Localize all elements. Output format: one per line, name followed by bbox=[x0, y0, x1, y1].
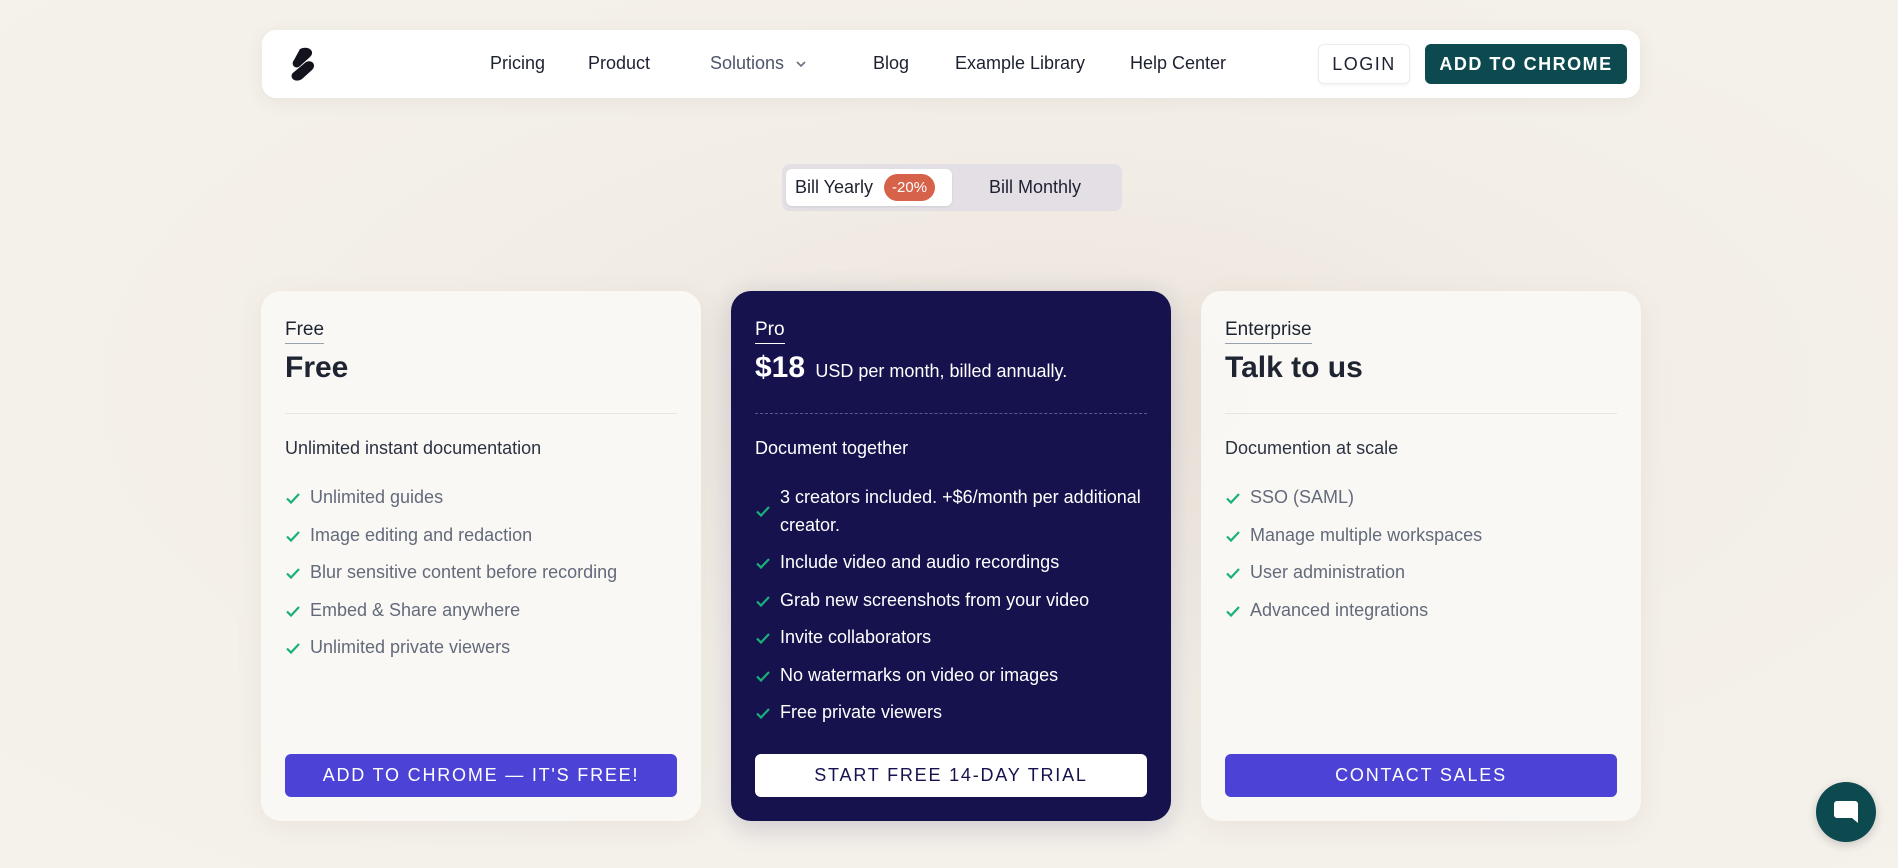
feature-text: User administration bbox=[1250, 562, 1406, 582]
chevron-down-icon bbox=[796, 61, 806, 68]
feature-item: SSO (SAML) bbox=[1225, 483, 1625, 511]
check-icon bbox=[286, 530, 300, 542]
feature-text: Advanced integrations bbox=[1250, 599, 1429, 620]
check-icon bbox=[756, 558, 770, 570]
brand-logo-icon[interactable] bbox=[286, 46, 320, 82]
feature-list: 3 creators included. +$6/month per addit… bbox=[755, 483, 1155, 736]
check-icon bbox=[286, 643, 300, 655]
feature-text: Grab new screenshots from your video bbox=[780, 589, 1090, 610]
feature-text: SSO (SAML) bbox=[1250, 487, 1355, 507]
plan-tag: Free bbox=[285, 319, 325, 344]
plan-price: Talk to us bbox=[1225, 351, 1363, 384]
plan-price: $18 USD per month, billed annually. bbox=[755, 351, 1067, 385]
login-button[interactable]: LOGIN bbox=[1318, 44, 1410, 84]
divider bbox=[1225, 413, 1617, 414]
plan-card-free: Free Free Unlimited instant documentatio… bbox=[261, 291, 701, 821]
plan-tag: Pro bbox=[755, 319, 785, 344]
check-icon bbox=[1226, 530, 1240, 542]
start-free-trial-button[interactable]: START FREE 14-DAY TRIAL bbox=[755, 754, 1147, 797]
add-to-chrome-button[interactable]: ADD TO CHROME bbox=[1425, 44, 1627, 84]
plan-tagline: Document together bbox=[755, 438, 909, 458]
check-icon bbox=[1226, 568, 1240, 580]
check-icon bbox=[286, 605, 300, 617]
bill-yearly-option[interactable]: Bill Yearly -20% bbox=[786, 169, 952, 206]
feature-text: Unlimited guides bbox=[310, 487, 444, 507]
feature-item: Include video and audio recordings bbox=[755, 548, 1155, 576]
feature-item: Unlimited guides bbox=[285, 483, 685, 511]
chevron-down-icon bbox=[1024, 0, 1026, 1]
feature-text: Include video and audio recordings bbox=[780, 552, 1060, 572]
nav-link-solutions-label: Solutions bbox=[710, 53, 785, 73]
plan-price-sub: USD per month, billed annually. bbox=[815, 361, 1068, 381]
divider bbox=[285, 413, 677, 414]
feature-text: Invite collaborators bbox=[780, 627, 932, 647]
feature-text: Blur sensitive content before recording bbox=[310, 562, 618, 582]
feature-text: Manage multiple workspaces bbox=[1250, 524, 1483, 545]
feature-text: Unlimited private viewers bbox=[310, 637, 511, 657]
check-icon bbox=[286, 568, 300, 580]
feature-text: Embed & Share anywhere bbox=[310, 599, 521, 620]
nav-link-example-library[interactable]: Example Library bbox=[955, 53, 1085, 74]
plan-card-enterprise: Enterprise Talk to us Documention at sca… bbox=[1201, 291, 1641, 821]
feature-item: Embed & Share anywhere bbox=[285, 596, 685, 624]
chat-launcher-button[interactable] bbox=[1816, 782, 1876, 842]
plan-tag: Enterprise bbox=[1225, 319, 1312, 344]
feature-item: Grab new screenshots from your video bbox=[755, 586, 1155, 614]
plan-card-pro: Pro $18 USD per month, billed annually. … bbox=[731, 291, 1171, 821]
plan-tagline: Unlimited instant documentation bbox=[285, 438, 542, 458]
chat-bubble-icon bbox=[1834, 801, 1858, 823]
feature-item: Advanced integrations bbox=[1225, 596, 1625, 624]
nav-link-pricing[interactable]: Pricing bbox=[490, 53, 545, 74]
check-icon bbox=[756, 595, 770, 607]
check-icon bbox=[756, 708, 770, 720]
feature-item: Invite collaborators bbox=[755, 623, 1155, 651]
check-icon bbox=[1226, 493, 1240, 505]
bill-monthly-option[interactable]: Bill Monthly bbox=[952, 169, 1118, 206]
feature-item: Free private viewers bbox=[755, 698, 1155, 726]
top-navbar: Pricing Product Solutions Blog Example L… bbox=[262, 30, 1640, 98]
nav-link-product[interactable]: Product bbox=[588, 53, 650, 74]
plan-tagline: Documention at scale bbox=[1225, 438, 1399, 458]
check-icon bbox=[1226, 605, 1240, 617]
feature-item: No watermarks on video or images bbox=[755, 661, 1155, 689]
add-to-chrome-free-button[interactable]: ADD TO CHROME — IT'S FREE! bbox=[285, 754, 677, 797]
plan-price-amount: $18 bbox=[755, 351, 806, 384]
check-icon bbox=[756, 633, 770, 645]
feature-text: No watermarks on video or images bbox=[780, 664, 1059, 685]
feature-item: 3 creators included. +$6/month per addit… bbox=[755, 483, 1155, 539]
feature-item: Manage multiple workspaces bbox=[1225, 521, 1625, 549]
feature-item: User administration bbox=[1225, 558, 1625, 586]
bill-yearly-label: Bill Yearly bbox=[795, 177, 874, 197]
discount-badge: -20% bbox=[884, 174, 936, 201]
feature-item: Blur sensitive content before recording bbox=[285, 558, 685, 586]
nav-link-help-center[interactable]: Help Center bbox=[1130, 53, 1226, 74]
check-icon bbox=[756, 506, 770, 518]
nav-link-blog[interactable]: Blog bbox=[873, 53, 909, 74]
billing-toggle: Bill Yearly -20% Bill Monthly bbox=[782, 164, 1122, 211]
nav-link-solutions[interactable]: Solutions bbox=[710, 53, 807, 74]
feature-item: Unlimited private viewers bbox=[285, 633, 685, 661]
divider bbox=[755, 413, 1147, 414]
feature-text: Free private viewers bbox=[780, 702, 943, 722]
contact-sales-button[interactable]: CONTACT SALES bbox=[1225, 754, 1617, 797]
feature-list: Unlimited guides Image editing and redac… bbox=[285, 483, 685, 671]
feature-text: Image editing and redaction bbox=[310, 524, 533, 545]
check-icon bbox=[286, 493, 300, 505]
feature-item: Image editing and redaction bbox=[285, 521, 685, 549]
plan-price: Free bbox=[285, 351, 349, 384]
feature-list: SSO (SAML) Manage multiple workspaces Us… bbox=[1225, 483, 1625, 633]
check-icon bbox=[756, 670, 770, 682]
feature-text: 3 creators included. +$6/month per addit… bbox=[780, 487, 1141, 535]
